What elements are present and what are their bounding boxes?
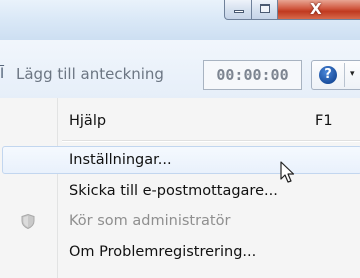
minimize-icon (234, 10, 244, 13)
add-note-button[interactable]: Ī Lägg till anteckning (0, 62, 164, 86)
menu-item-label: Om Problemregistrering... (69, 244, 257, 260)
text-cursor-icon: Ī (0, 66, 5, 82)
minimize-button[interactable] (224, 0, 252, 20)
menu-item-help[interactable]: Hjälp F1 (0, 106, 360, 136)
menu-separator-highlight (62, 141, 360, 142)
menu-item-label: Inställningar... (69, 152, 172, 168)
menu-item-highlight (2, 146, 360, 174)
menu-item-run-as-admin: Kör som administratör (0, 206, 360, 236)
help-icon: ? (319, 66, 337, 84)
menu-item-send-email[interactable]: Skicka till e-postmottagare... (0, 176, 360, 206)
menu-item-settings[interactable]: Inställningar... (0, 145, 360, 175)
menu-item-shortcut: F1 (315, 113, 333, 129)
chevron-down-icon[interactable]: ▾ (350, 69, 355, 79)
shield-icon (21, 214, 35, 229)
maximize-button[interactable] (251, 0, 278, 20)
help-split-button[interactable]: ? ▾ (311, 60, 360, 90)
menu-item-label: Kör som administratör (69, 213, 231, 229)
window-title-bar: X (0, 0, 360, 40)
help-dropdown-menu: Hjälp F1 Inställningar... Skicka till e-… (0, 98, 360, 278)
menu-item-label: Skicka till e-postmottagare... (69, 183, 278, 199)
menu-item-label: Hjälp (69, 113, 107, 129)
maximize-icon (260, 4, 270, 13)
menu-item-about[interactable]: Om Problemregistrering... (0, 237, 360, 267)
close-button[interactable]: X (277, 0, 360, 20)
add-note-label: Lägg till anteckning (16, 65, 164, 83)
close-icon: X (310, 0, 322, 18)
mouse-pointer-icon (280, 161, 295, 183)
timer-display: 00:00:00 (203, 60, 302, 90)
help-separator (344, 63, 345, 87)
